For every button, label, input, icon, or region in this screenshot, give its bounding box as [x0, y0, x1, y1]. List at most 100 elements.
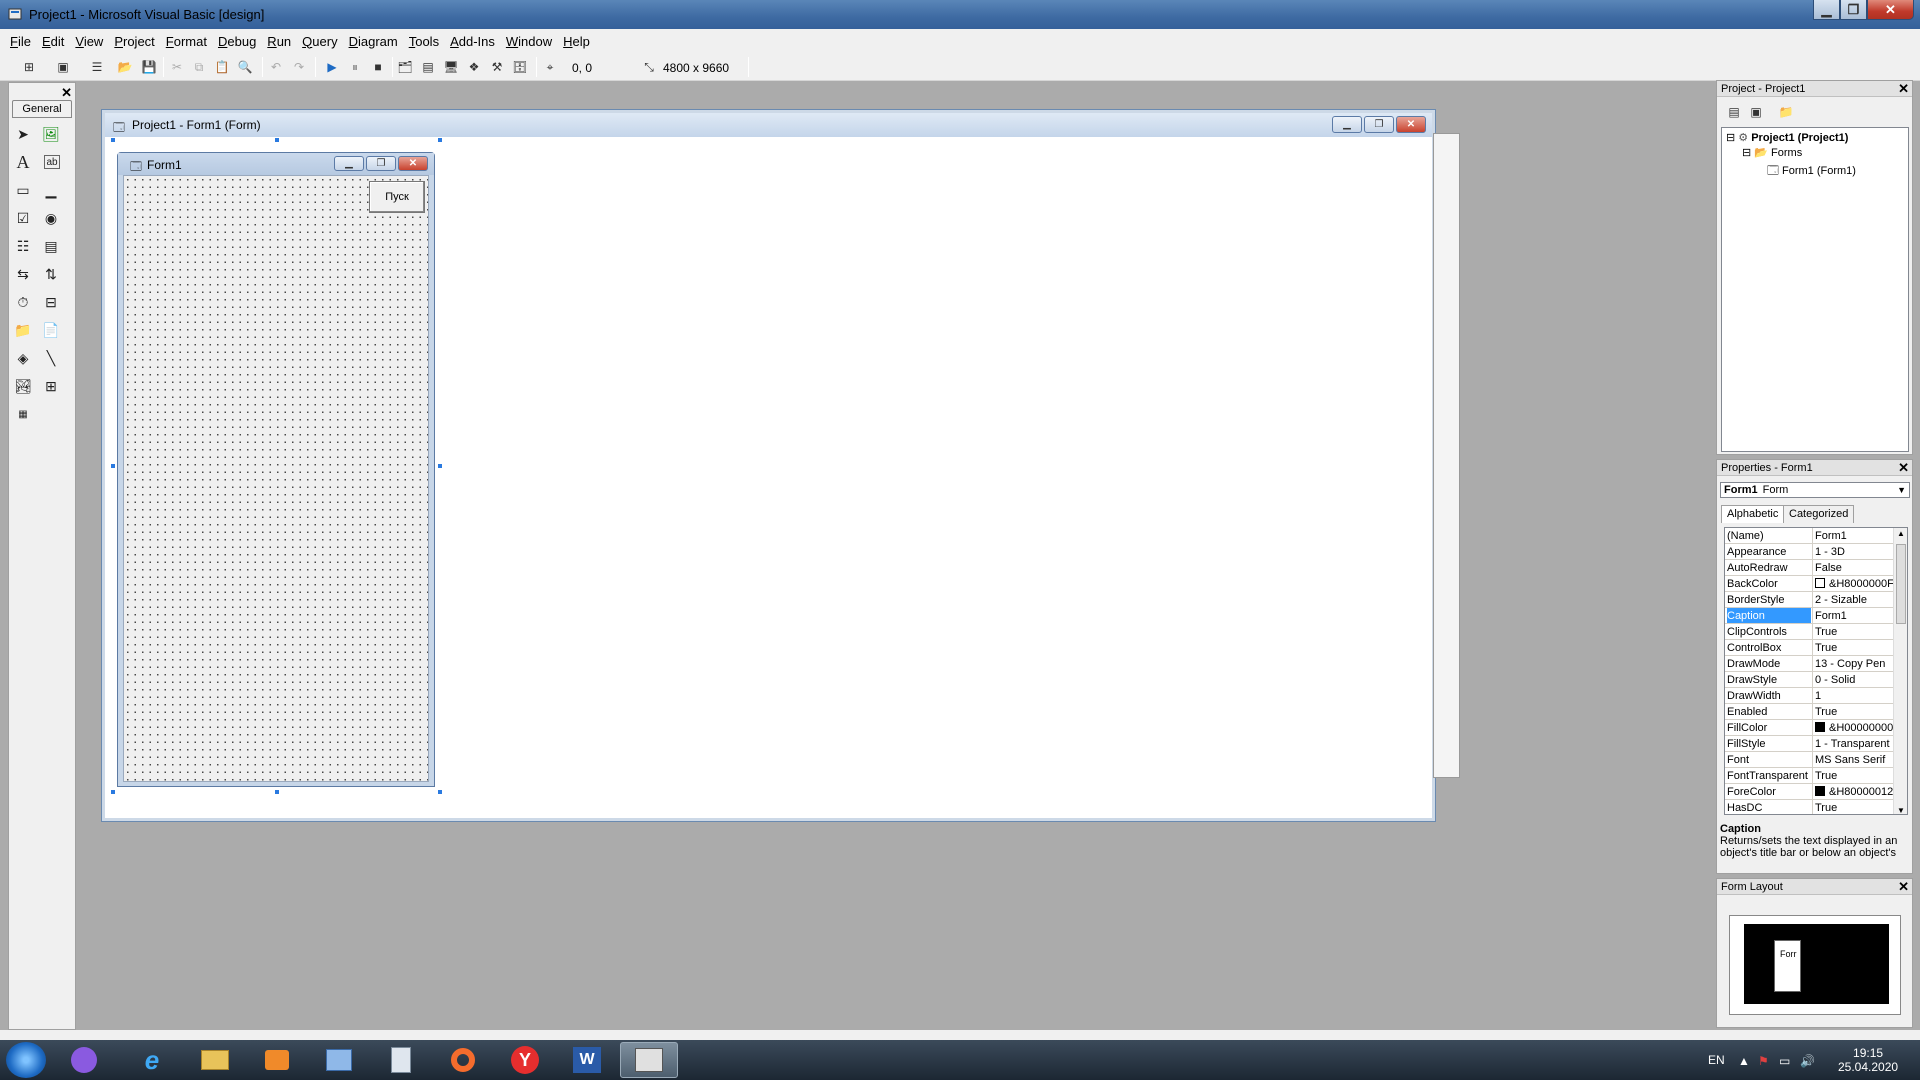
view-code-icon[interactable]: ▤: [1725, 103, 1743, 121]
resize-handle[interactable]: [110, 463, 116, 469]
timer-icon[interactable]: ⏱: [12, 291, 34, 313]
taskbar-explorer-icon[interactable]: [186, 1042, 244, 1078]
property-value[interactable]: Form1: [1812, 528, 1893, 543]
undo-icon[interactable]: ↶: [267, 58, 285, 76]
resize-handle[interactable]: [110, 137, 116, 143]
menu-addins[interactable]: Add-Ins: [450, 34, 495, 49]
tray-flag-icon[interactable]: ⚑: [1758, 1054, 1769, 1068]
project-explorer-icon[interactable]: 🗂: [396, 58, 414, 76]
close-button[interactable]: ✕: [1867, 0, 1914, 20]
tray-volume-icon[interactable]: 🔊: [1800, 1054, 1815, 1068]
start-icon[interactable]: ▶: [323, 58, 341, 76]
menu-run[interactable]: Run: [267, 34, 291, 49]
property-value[interactable]: True: [1812, 800, 1893, 814]
designer-maximize-button[interactable]: ❐: [1364, 116, 1394, 133]
add-project-icon[interactable]: ⊞: [20, 58, 38, 76]
menu-edit[interactable]: Edit: [42, 34, 64, 49]
taskbar-word-icon[interactable]: W: [558, 1042, 616, 1078]
property-row[interactable]: ClipControls True: [1725, 624, 1893, 640]
properties-window-icon[interactable]: ▤: [419, 58, 437, 76]
property-row[interactable]: (Name) Form1: [1725, 528, 1893, 544]
tab-alphabetic[interactable]: Alphabetic: [1721, 505, 1785, 523]
menu-diagram[interactable]: Diagram: [349, 34, 398, 49]
toggle-folders-icon[interactable]: 📁: [1777, 103, 1795, 121]
optionbutton-icon[interactable]: ◉: [40, 207, 62, 229]
menu-tools[interactable]: Tools: [409, 34, 439, 49]
designer-minimize-button[interactable]: ▁: [1332, 116, 1362, 133]
form1-grid-canvas[interactable]: Пуск: [123, 175, 429, 782]
property-row[interactable]: Appearance 1 - 3D: [1725, 544, 1893, 560]
dirlistbox-icon[interactable]: 📁: [12, 319, 34, 341]
drivelistbox-icon[interactable]: ⊟: [40, 291, 62, 313]
frame-icon[interactable]: ▭: [12, 179, 34, 201]
property-value[interactable]: 1: [1812, 688, 1893, 703]
tray-network-icon[interactable]: ▭: [1779, 1054, 1790, 1068]
property-row[interactable]: Font MS Sans Serif: [1725, 752, 1893, 768]
toolbox-general-tab[interactable]: General: [12, 100, 72, 118]
hscrollbar-icon[interactable]: ⇆: [12, 263, 34, 285]
property-row[interactable]: DrawWidth 1: [1725, 688, 1893, 704]
designer-vertical-scrollbar[interactable]: [1433, 133, 1460, 778]
start-button[interactable]: [6, 1042, 46, 1078]
taskbar-media-icon[interactable]: [248, 1042, 306, 1078]
property-value[interactable]: True: [1812, 640, 1893, 655]
filelistbox-icon[interactable]: 📄: [40, 319, 62, 341]
pointer-icon[interactable]: ➤: [12, 123, 34, 145]
shape-icon[interactable]: ◈: [12, 347, 34, 369]
menu-help[interactable]: Help: [563, 34, 590, 49]
checkbox-icon[interactable]: ☑: [12, 207, 34, 229]
taskbar-viber-icon[interactable]: [55, 1042, 113, 1078]
menu-view[interactable]: View: [75, 34, 103, 49]
cut-icon[interactable]: ✂: [168, 58, 186, 76]
tray-language[interactable]: EN: [1708, 1053, 1725, 1067]
resize-handle[interactable]: [110, 789, 116, 795]
layout-form-preview[interactable]: Forr: [1774, 940, 1801, 992]
toolbox-icon[interactable]: ⚒: [488, 58, 506, 76]
tab-categorized[interactable]: Categorized: [1783, 505, 1855, 523]
property-row[interactable]: DrawStyle 0 - Solid: [1725, 672, 1893, 688]
resize-handle[interactable]: [437, 463, 443, 469]
menu-file[interactable]: File: [10, 34, 31, 49]
dropdown-arrow-icon[interactable]: ▼: [1897, 483, 1906, 497]
form1-window[interactable]: 🗔 Form1 ▁ ❐ ✕ Пуск: [117, 152, 435, 787]
break-icon[interactable]: ⏸: [346, 58, 364, 76]
tree-item-form1[interactable]: 🗔 Form1 (Form1): [1767, 162, 1856, 181]
property-value[interactable]: Form1: [1812, 608, 1893, 623]
pusk-button[interactable]: Пуск: [369, 181, 425, 213]
property-value[interactable]: False: [1812, 560, 1893, 575]
menu-editor-icon[interactable]: ☰: [88, 58, 106, 76]
property-value[interactable]: 1 - Transparent: [1812, 736, 1893, 751]
resize-handle[interactable]: [274, 137, 280, 143]
object-selector[interactable]: Form1 Form ▼: [1720, 482, 1910, 498]
end-icon[interactable]: ■: [369, 58, 387, 76]
copy-icon[interactable]: ⧉: [190, 58, 208, 76]
save-project-icon[interactable]: 💾: [140, 58, 158, 76]
property-value[interactable]: &H00000000: [1812, 720, 1893, 735]
ole-icon[interactable]: ▦: [12, 403, 34, 425]
property-row[interactable]: Enabled True: [1725, 704, 1893, 720]
line-icon[interactable]: ╲: [40, 347, 62, 369]
taskbar-network-icon[interactable]: [310, 1042, 368, 1078]
layout-panel-close-icon[interactable]: ✕: [1898, 879, 1909, 895]
form-layout-icon[interactable]: 🖥: [442, 58, 460, 76]
taskbar-ie-icon[interactable]: e: [123, 1042, 181, 1078]
object-browser-icon[interactable]: ❖: [465, 58, 483, 76]
property-value[interactable]: True: [1812, 704, 1893, 719]
picturebox-icon[interactable]: 🖼: [40, 123, 62, 145]
property-value[interactable]: 0 - Solid: [1812, 672, 1893, 687]
property-row[interactable]: FillStyle 1 - Transparent: [1725, 736, 1893, 752]
property-row[interactable]: DrawMode 13 - Copy Pen: [1725, 656, 1893, 672]
data-view-icon[interactable]: 🗄: [511, 58, 529, 76]
property-value[interactable]: MS Sans Serif: [1812, 752, 1893, 767]
property-row[interactable]: ForeColor &H80000012: [1725, 784, 1893, 800]
listbox-icon[interactable]: ▤: [40, 235, 62, 257]
redo-icon[interactable]: ↷: [290, 58, 308, 76]
taskbar-yandex-icon[interactable]: Y: [496, 1042, 554, 1078]
tree-item-project[interactable]: ⊟ ⚙ Project1 (Project1): [1726, 131, 1848, 144]
properties-scrollbar[interactable]: ▲ ▼: [1893, 528, 1907, 814]
property-value[interactable]: 13 - Copy Pen: [1812, 656, 1893, 671]
property-row[interactable]: BackColor &H8000000F: [1725, 576, 1893, 592]
menu-debug[interactable]: Debug: [218, 34, 256, 49]
resize-handle[interactable]: [437, 789, 443, 795]
combobox-icon[interactable]: ☷: [12, 235, 34, 257]
